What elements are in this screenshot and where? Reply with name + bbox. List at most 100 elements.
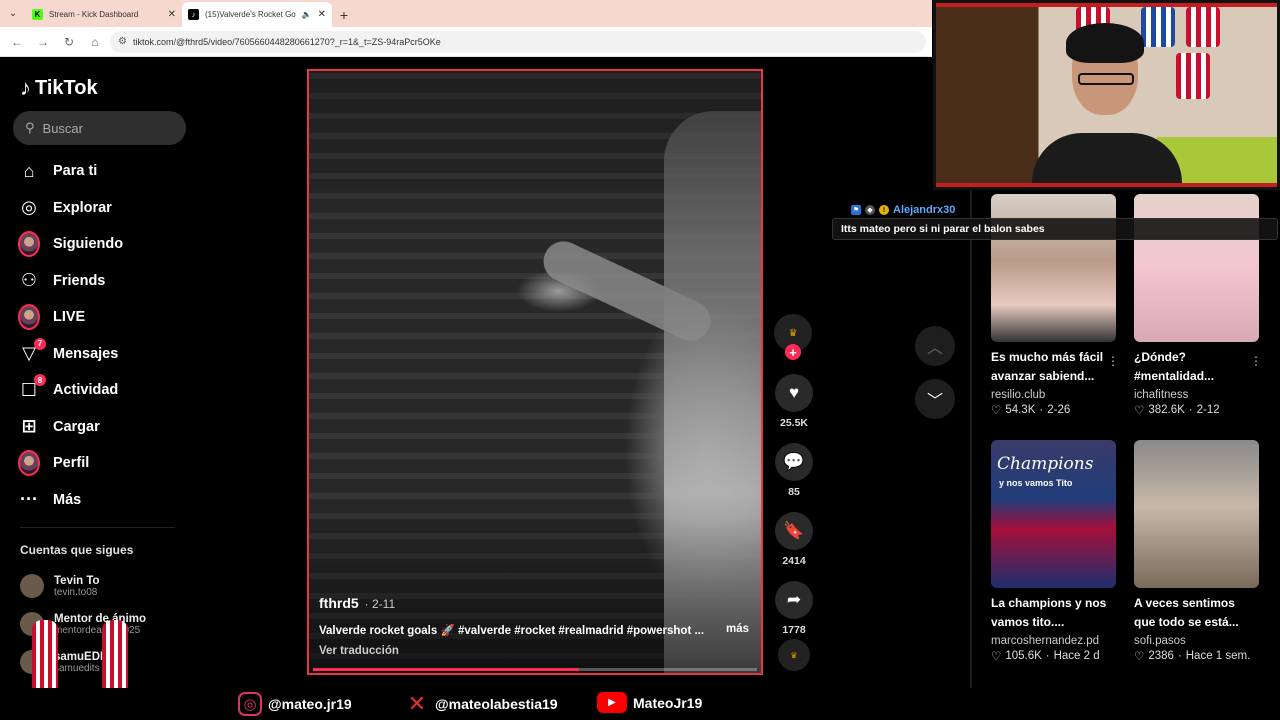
recommendation-card[interactable]: Champions y nos vamos Tito La champions … — [991, 440, 1121, 663]
sidebar-item-live[interactable]: LIVE — [18, 299, 188, 336]
card-meta: ♡ 382.6K · 2-12 — [1134, 404, 1220, 417]
video-thumbnail[interactable]: Champions y nos vamos Tito — [991, 440, 1116, 588]
card-title[interactable]: ¿Dónde? #mentalidad... — [1134, 348, 1254, 386]
upload-icon: ⊞ — [21, 416, 37, 437]
video-author-name[interactable]: fthrd5 — [319, 595, 359, 611]
sidebar-item-explorar[interactable]: ◎ Explorar — [18, 190, 188, 227]
tab-close-icon[interactable]: ✕ — [318, 9, 326, 20]
comment-icon[interactable]: 💬 — [775, 443, 813, 481]
logo-text: TikTok — [35, 76, 98, 99]
bookmark-icon[interactable]: 🔖 — [775, 512, 813, 550]
tab-title: (15)Valverde's Rocket Goals — [205, 10, 296, 19]
card-author[interactable]: ichafitness — [1134, 389, 1264, 401]
card-meta: ♡ 105.6K · Hace 2 d — [991, 650, 1100, 663]
card-author[interactable]: sofi.pasos — [1134, 635, 1264, 647]
recommendations-panel: Es mucho más fácil avanzar sabiend... re… — [970, 190, 1280, 690]
friends-icon: ⚇ — [20, 270, 38, 291]
browser-tab-bar: ⌄ K Stream - Kick Dashboard ✕ ♪ (15)Valv… — [0, 0, 932, 27]
video-player[interactable]: fthrd5 · 2-11 Valverde rocket goals 🚀 #v… — [307, 69, 763, 675]
stream-socials-bar: ◎ @mateo.jr19 ✕ @mateolabestia19 ▶ Mateo… — [0, 688, 1280, 720]
share-action[interactable]: ➦ 1778 — [774, 581, 814, 636]
reload-icon[interactable]: ↻ — [58, 31, 80, 53]
back-icon[interactable]: ← — [6, 31, 28, 53]
creator-avatar[interactable]: ♛ + — [774, 314, 812, 360]
sidebar-item-label: Actividad — [53, 382, 119, 399]
share-icon[interactable]: ➦ — [775, 581, 813, 619]
previous-video-button[interactable]: ︿ — [915, 326, 955, 366]
speaker-icon[interactable]: 🔈 — [302, 10, 312, 19]
chevron-up-icon: ︿ — [926, 340, 943, 357]
recommendation-card[interactable]: A veces sentimos que todo se está... sof… — [1134, 440, 1264, 663]
home-icon: ⌂ — [23, 160, 35, 181]
save-action[interactable]: 🔖 2414 — [774, 512, 814, 567]
music-disc-icon[interactable]: ♛ — [778, 639, 810, 671]
sidebar-item-label: Perfil — [53, 455, 90, 472]
sidebar-item-label: Cargar — [53, 418, 100, 435]
sidebar-item-perfil[interactable]: Perfil — [18, 445, 188, 482]
instagram-text: @mateo.jr19 — [268, 696, 352, 712]
heart-outline-icon: ♡ — [991, 405, 1002, 417]
sidebar-item-friends[interactable]: ⚇ Friends — [18, 263, 188, 300]
site-info-icon[interactable]: ⚙ — [118, 36, 127, 47]
following-name: Tevin To — [54, 574, 100, 587]
profile-avatar-icon — [18, 450, 40, 477]
browser-tab-tiktok[interactable]: ♪ (15)Valverde's Rocket Goals 🔈 ✕ — [182, 2, 332, 27]
like-count: 25.5K — [779, 417, 809, 429]
search-placeholder: Buscar — [42, 120, 83, 136]
card-title[interactable]: A veces sentimos que todo se está... — [1134, 594, 1254, 632]
new-tab-button[interactable]: + — [332, 2, 356, 27]
x-logo-icon: ✕ — [407, 691, 427, 716]
comment-action[interactable]: 💬 85 — [774, 443, 814, 498]
next-video-button[interactable]: ﹀ — [915, 379, 955, 419]
home-browser-icon[interactable]: ⌂ — [84, 31, 106, 53]
video-thumbnail[interactable] — [1134, 440, 1259, 588]
video-date: · 2-11 — [364, 597, 396, 611]
x-text: @mateolabestia19 — [435, 696, 558, 712]
forward-icon[interactable]: → — [32, 31, 54, 53]
thumbnail-overlay-text: Champions — [997, 454, 1094, 474]
sidebar-item-mensajes[interactable]: ▽ 7 Mensajes — [18, 336, 188, 373]
video-author[interactable]: fthrd5 · 2-11 — [319, 595, 395, 611]
like-action[interactable]: ♥ 25.5K — [774, 374, 814, 429]
video-progress-bar[interactable] — [313, 668, 757, 671]
search-input[interactable]: ⚲ Buscar — [13, 111, 186, 145]
card-more-icon[interactable]: ⋮ — [1250, 354, 1262, 368]
card-title[interactable]: La champions y nos vamos tito.... — [991, 594, 1111, 632]
follow-plus-icon[interactable]: + — [785, 344, 801, 360]
card-more-icon[interactable]: ⋮ — [1107, 354, 1119, 368]
sidebar-item-label: Mensajes — [53, 345, 119, 362]
sidebar-item-label: LIVE — [53, 309, 86, 326]
compass-icon: ◎ — [21, 197, 37, 218]
avatar — [18, 450, 40, 477]
tab-search-chevron-icon[interactable]: ⌄ — [0, 0, 26, 27]
streamer-webcam — [933, 0, 1280, 190]
card-author[interactable]: resilio.club — [991, 389, 1121, 401]
sidebar-item-para-ti[interactable]: ⌂ Para ti — [18, 153, 188, 190]
browser-tab-kick[interactable]: K Stream - Kick Dashboard ✕ — [26, 2, 182, 27]
sidebar-item-siguiendo[interactable]: Siguiendo — [18, 226, 188, 263]
live-avatar-icon — [18, 304, 40, 331]
chat-username-text: Alejandrx30 — [893, 204, 956, 216]
translate-link[interactable]: Ver traducción — [319, 645, 399, 657]
streamer-shirt — [1032, 133, 1182, 187]
jersey-decor — [1186, 7, 1220, 47]
sidebar-item-más[interactable]: ··· Más — [18, 482, 188, 519]
sidebar-item-cargar[interactable]: ⊞ Cargar — [18, 409, 188, 446]
tab-close-icon[interactable]: ✕ — [168, 9, 176, 20]
tiktok-logo[interactable]: ♪ TikTok — [20, 75, 98, 101]
tiktok-favicon-icon: ♪ — [188, 9, 199, 20]
notification-badge: 7 — [34, 337, 46, 350]
sidebar-item-actividad[interactable]: ☐ 8 Actividad — [18, 372, 188, 409]
sidebar-item-label: Para ti — [53, 163, 98, 180]
search-icon: ⚲ — [25, 120, 35, 135]
url-field[interactable]: ⚙ tiktok.com/@fthrd5/video/7605660448280… — [110, 30, 926, 53]
card-title[interactable]: Es mucho más fácil avanzar sabiend... — [991, 348, 1111, 386]
caption-more-button[interactable]: más — [726, 623, 749, 637]
share-count: 1778 — [782, 624, 806, 636]
heart-icon[interactable]: ♥ — [775, 374, 813, 412]
kick-favicon-icon: K — [32, 9, 43, 20]
video-progress-fill — [313, 668, 580, 671]
webcam-frame-bar — [936, 3, 1277, 7]
thumbnail-overlay-subtext: y nos vamos Tito — [999, 478, 1073, 488]
card-author[interactable]: marcoshernandez.pd — [991, 635, 1121, 647]
